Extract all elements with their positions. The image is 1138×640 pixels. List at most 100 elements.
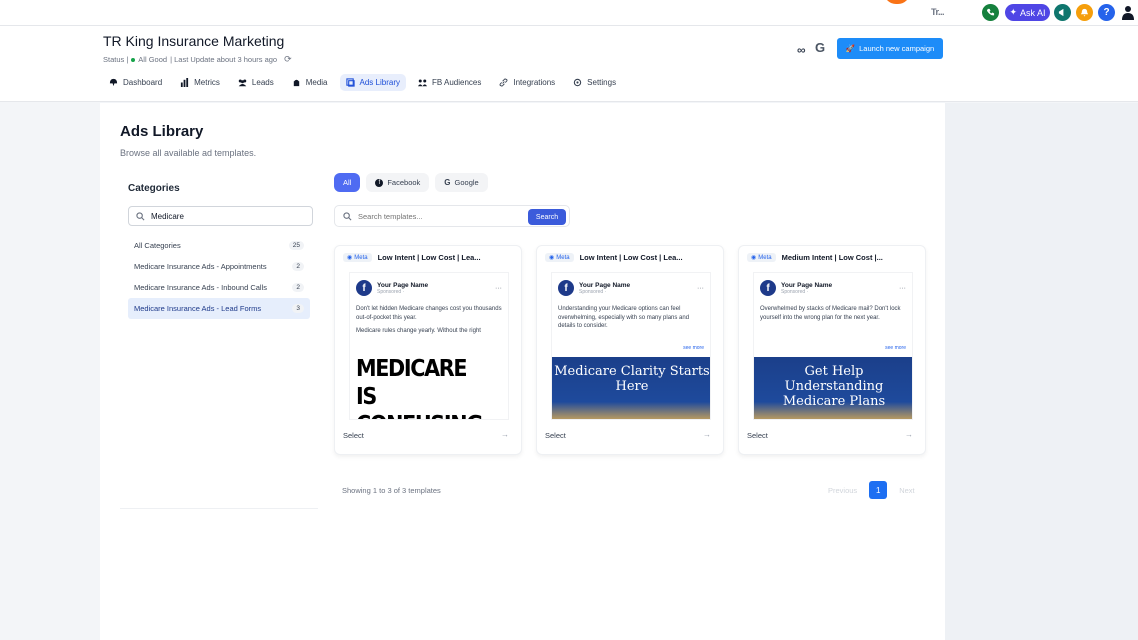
category-search-input[interactable]: Medicare <box>128 206 313 226</box>
card-header: ◉ Meta Low Intent | Low Cost | Lea... <box>343 253 481 262</box>
meta-badge: ◉ Meta <box>747 253 776 262</box>
library-icon <box>345 78 355 87</box>
ad-copy-paragraph: Medicare rules change yearly. Without th… <box>356 328 481 334</box>
rocket-icon: 🚀 <box>845 44 856 53</box>
template-card[interactable]: ◉ Meta Medium Intent | Low Cost |... f Yo… <box>738 245 926 455</box>
page-name: Your Page Name <box>579 281 631 289</box>
nav-ads-library[interactable]: Ads Library <box>339 74 406 91</box>
category-count: 25 <box>288 241 304 250</box>
filter-google-button[interactable]: G Google <box>435 173 488 192</box>
filter-label: All <box>343 178 352 187</box>
arrow-right-icon[interactable]: → <box>501 430 509 439</box>
nav-dashboard[interactable]: Dashboard <box>103 74 168 91</box>
fb-post-header: f Your Page Name Sponsored · <box>558 280 630 296</box>
launch-label: Launch new campaign <box>859 44 935 53</box>
bell-icon[interactable] <box>1076 4 1093 21</box>
category-search-value: Medicare <box>151 211 184 221</box>
nav-integrations[interactable]: Integrations <box>493 74 561 91</box>
page-subtitle: Browse all available ad templates. <box>120 148 257 158</box>
previous-page-button[interactable]: Previous <box>828 486 857 495</box>
category-count: 2 <box>292 262 304 271</box>
see-more-link[interactable]: see more <box>683 345 704 351</box>
meta-icon: ◉ <box>751 255 757 261</box>
category-item-inbound-calls[interactable]: Medicare Insurance Ads - Inbound Calls 2 <box>128 277 310 298</box>
fb-post-header: f Your Page Name Sponsored · <box>760 280 832 296</box>
more-options-icon: ··· <box>697 285 704 292</box>
nav-label: Media <box>305 78 328 87</box>
ad-copy-paragraph: Overwhelmed by stacks of Medicare mail? … <box>760 306 901 321</box>
user-avatar-icon[interactable] <box>1122 5 1134 20</box>
meta-icon: ◉ <box>347 255 353 261</box>
company-name: TR King Insurance Marketing <box>103 33 285 49</box>
ad-creative-text: MEDICARE IS CONFUSING. <box>356 355 490 419</box>
page-title: Ads Library <box>120 123 204 140</box>
nav-settings[interactable]: Settings <box>567 74 622 91</box>
meta-badge: ◉ Meta <box>545 253 574 262</box>
page-name: Your Page Name <box>781 281 833 289</box>
select-button[interactable]: Select <box>343 431 364 440</box>
arrow-right-icon[interactable]: → <box>905 430 913 439</box>
nav-metrics[interactable]: Metrics <box>174 74 226 91</box>
status-dot <box>131 57 136 62</box>
select-button[interactable]: Select <box>545 431 566 440</box>
category-item-lead-forms[interactable]: Medicare Insurance Ads - Lead Forms 3 <box>128 298 310 319</box>
card-header: ◉ Meta Low Intent | Low Cost | Lea... <box>545 253 683 262</box>
filter-facebook-button[interactable]: f Facebook <box>366 173 430 192</box>
page-number-button[interactable]: 1 <box>869 481 888 499</box>
nav-label: Settings <box>587 78 617 87</box>
card-title: Low Intent | Low Cost | Lea... <box>377 253 481 262</box>
filter-all-button[interactable]: All <box>334 173 361 192</box>
card-title: Medium Intent | Low Cost |... <box>781 253 883 262</box>
nav-label: Ads Library <box>359 78 400 87</box>
phone-icon[interactable] <box>982 4 999 21</box>
category-label: Medicare Insurance Ads - Lead Forms <box>134 304 262 313</box>
ad-preview: f Your Page Name Sponsored · ··· Underst… <box>551 272 711 420</box>
ad-copy: Understanding your Medicare options can … <box>558 305 706 336</box>
google-logo-icon: G <box>815 40 826 55</box>
template-card[interactable]: ◉ Meta Low Intent | Low Cost | Lea... f Y… <box>334 245 522 455</box>
ad-copy-paragraph: Don't let hidden Medicare changes cost y… <box>356 306 502 321</box>
badge-label: Meta <box>354 254 368 261</box>
categories-title: Categories <box>128 183 180 194</box>
category-label: Medicare Insurance Ads - Appointments <box>134 262 267 271</box>
ad-creative-text: Medicare Clarity Starts Here <box>552 357 710 419</box>
megaphone-icon[interactable] <box>1054 4 1071 21</box>
page-name: Your Page Name <box>377 281 429 289</box>
nav-label: Dashboard <box>123 78 163 87</box>
next-page-button[interactable]: Next <box>899 486 914 495</box>
see-more-link[interactable]: see more <box>885 345 906 351</box>
help-icon[interactable]: ? <box>1098 4 1115 21</box>
search-button[interactable]: Search <box>528 209 566 225</box>
select-button[interactable]: Select <box>747 431 768 440</box>
category-item-appointments[interactable]: Medicare Insurance Ads - Appointments 2 <box>128 256 310 277</box>
arrow-right-icon[interactable]: → <box>703 430 711 439</box>
launch-campaign-button[interactable]: 🚀 Launch new campaign <box>837 38 943 59</box>
ad-preview: f Your Page Name Sponsored · ··· Overwhe… <box>753 272 913 420</box>
help-label: ? <box>1103 7 1110 18</box>
brand-logo[interactable]: Tr... <box>931 7 945 17</box>
google-icon: G <box>444 178 451 187</box>
category-item-all[interactable]: All Categories 25 <box>128 235 310 256</box>
top-utility-bar: Tr... ✦ Ask AI ? <box>0 0 1138 26</box>
status-value: All Good <box>138 55 168 64</box>
ad-copy: Don't let hidden Medicare changes cost y… <box>356 305 504 341</box>
nav-media[interactable]: Media <box>286 74 334 91</box>
category-count: 2 <box>292 283 304 292</box>
ask-ai-button[interactable]: ✦ Ask AI <box>1005 4 1050 21</box>
users-icon <box>238 79 247 87</box>
facebook-avatar-icon: f <box>760 280 776 296</box>
ad-creative-text: Get Help Understanding Medicare Plans <box>754 357 912 419</box>
template-card[interactable]: ◉ Meta Low Intent | Low Cost | Lea... f Y… <box>536 245 724 455</box>
platform-filters: All f Facebook G Google <box>334 173 488 192</box>
nav-fb-audiences[interactable]: FB Audiences <box>412 74 487 91</box>
template-search-bar: Search <box>334 205 570 227</box>
more-options-icon: ··· <box>495 285 502 292</box>
orange-indicator <box>884 0 910 4</box>
nav-leads[interactable]: Leads <box>232 74 280 91</box>
template-search-input[interactable] <box>358 211 518 221</box>
results-count: Showing 1 to 3 of 3 templates <box>342 486 441 495</box>
page-header: TR King Insurance Marketing Status | All… <box>0 26 1138 102</box>
sponsored-label: Sponsored · <box>781 288 809 295</box>
card-title: Low Intent | Low Cost | Lea... <box>579 253 683 262</box>
refresh-icon[interactable]: ⟳ <box>284 54 292 65</box>
